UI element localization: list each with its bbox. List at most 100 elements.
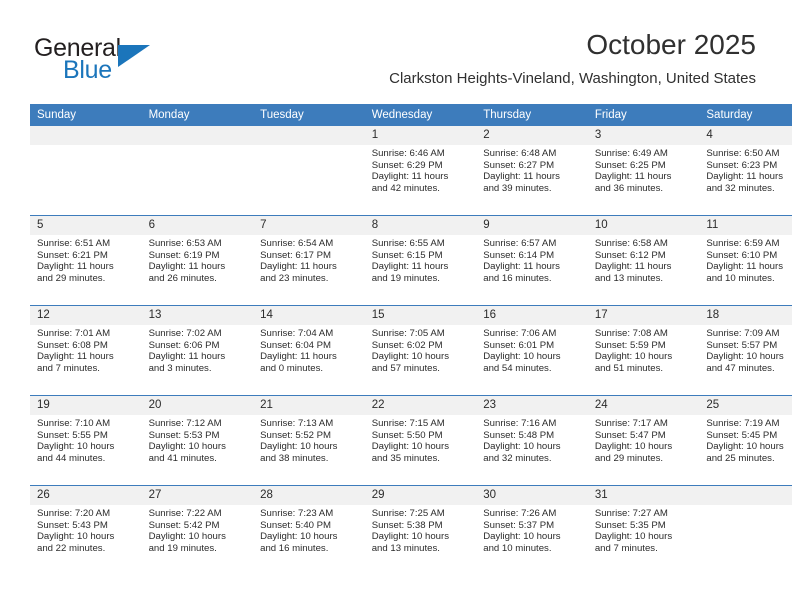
day-details: Sunrise: 7:20 AM Sunset: 5:43 PM Daylight:… (30, 505, 142, 554)
daylight-text-line1: Daylight: 11 hours (483, 171, 560, 183)
day-number: 15 (364, 306, 477, 325)
sunset-text: Sunset: 5:38 PM (371, 519, 443, 531)
calendar-day-cell[interactable]: 22 Sunrise: 7:15 AM Sunset: 5:50 PM Dayligh… (364, 395, 477, 486)
daylight-text-line1: Daylight: 11 hours (37, 261, 114, 273)
daylight-text-line2: and 41 minutes. (148, 452, 217, 464)
calendar-day-cell-empty (699, 485, 792, 575)
day-details: Sunrise: 6:49 AM Sunset: 6:25 PM Daylight:… (588, 145, 700, 194)
calendar-day-cell[interactable]: 23 Sunrise: 7:16 AM Sunset: 5:48 PM Dayligh… (476, 395, 588, 486)
calendar-day-cell[interactable]: 18 Sunrise: 7:09 AM Sunset: 5:57 PM Dayligh… (699, 305, 792, 396)
day-number: 11 (699, 216, 792, 235)
sunrise-text: Sunrise: 7:15 AM (371, 418, 445, 429)
daylight-text-line1: Daylight: 11 hours (594, 171, 672, 183)
calendar-day-cell[interactable]: 29 Sunrise: 7:25 AM Sunset: 5:38 PM Dayligh… (364, 485, 477, 575)
daylight-text-line1: Daylight: 11 hours (706, 261, 783, 273)
day-details: Sunrise: 7:26 AM Sunset: 5:37 PM Daylight:… (476, 505, 588, 554)
daylight-text-line2: and 39 minutes. (483, 182, 552, 194)
calendar-day-cell[interactable]: 28 Sunrise: 7:23 AM Sunset: 5:40 PM Dayligh… (253, 485, 365, 575)
sunset-text: Sunset: 6:23 PM (706, 159, 778, 171)
day-number: 16 (476, 306, 588, 325)
calendar-day-cell[interactable]: 12 Sunrise: 7:01 AM Sunset: 6:08 PM Dayligh… (30, 305, 142, 396)
calendar-day-cell[interactable]: 17 Sunrise: 7:08 AM Sunset: 5:59 PM Dayligh… (587, 305, 700, 396)
daylight-text-line2: and 57 minutes. (371, 362, 440, 374)
day-details: Sunrise: 7:12 AM Sunset: 5:53 PM Daylight:… (142, 415, 254, 464)
day-details: Sunrise: 7:10 AM Sunset: 5:55 PM Daylight:… (30, 415, 142, 464)
sunrise-text: Sunrise: 7:05 AM (371, 328, 445, 339)
sunrise-text: Sunrise: 6:53 AM (148, 238, 222, 249)
sunrise-text: Sunrise: 6:50 AM (706, 148, 780, 159)
day-details: Sunrise: 7:13 AM Sunset: 5:52 PM Daylight:… (253, 415, 365, 464)
sunrise-text: Sunrise: 7:02 AM (148, 328, 222, 339)
daylight-text-line1: Daylight: 10 hours (148, 531, 226, 543)
daylight-text-line2: and 29 minutes. (594, 452, 664, 464)
day-details: Sunrise: 7:17 AM Sunset: 5:47 PM Daylight:… (588, 415, 700, 464)
page-title: October 2025 (586, 29, 756, 60)
sunset-text: Sunset: 5:59 PM (594, 339, 666, 351)
calendar-day-cell[interactable]: 27 Sunrise: 7:22 AM Sunset: 5:42 PM Dayligh… (141, 485, 254, 575)
calendar-day-cell[interactable]: 26 Sunrise: 7:20 AM Sunset: 5:43 PM Dayligh… (30, 485, 142, 575)
daylight-text-line2: and 16 minutes. (483, 272, 552, 284)
calendar-day-cell[interactable]: 8 Sunrise: 6:55 AM Sunset: 6:15 PM Daylight… (364, 215, 477, 306)
daylight-text-line1: Daylight: 10 hours (483, 351, 561, 363)
calendar-day-cell[interactable]: 2 Sunrise: 6:48 AM Sunset: 6:27 PM Daylight… (476, 126, 588, 216)
sunrise-text: Sunrise: 7:25 AM (371, 508, 445, 519)
calendar-week-row: 1 Sunrise: 6:46 AM Sunset: 6:29 PM Daylight… (30, 126, 792, 216)
daylight-text-line1: Daylight: 11 hours (706, 171, 783, 183)
calendar-day-cell[interactable]: 4 Sunrise: 6:50 AM Sunset: 6:23 PM Daylight… (699, 126, 792, 216)
calendar-day-cell[interactable]: 15 Sunrise: 7:05 AM Sunset: 6:02 PM Dayligh… (364, 305, 477, 396)
calendar-day-cell[interactable]: 14 Sunrise: 7:04 AM Sunset: 6:04 PM Dayligh… (253, 305, 365, 396)
sunrise-text: Sunrise: 7:17 AM (594, 418, 668, 429)
day-number: 20 (141, 396, 254, 415)
calendar-day-cell[interactable]: 30 Sunrise: 7:26 AM Sunset: 5:37 PM Dayligh… (476, 485, 588, 575)
calendar-day-cell[interactable]: 3 Sunrise: 6:49 AM Sunset: 6:25 PM Daylight… (587, 126, 700, 216)
daylight-text-line1: Daylight: 11 hours (260, 351, 337, 363)
calendar-day-cell[interactable]: 19 Sunrise: 7:10 AM Sunset: 5:55 PM Dayligh… (30, 395, 142, 486)
calendar-day-cell[interactable]: 24 Sunrise: 7:17 AM Sunset: 5:47 PM Dayligh… (587, 395, 700, 486)
day-number: 30 (476, 486, 588, 505)
day-number: 24 (587, 396, 700, 415)
day-details: Sunrise: 7:27 AM Sunset: 5:35 PM Daylight:… (588, 505, 700, 554)
calendar-day-cell[interactable]: 11 Sunrise: 6:59 AM Sunset: 6:10 PM Dayligh… (699, 215, 792, 306)
daylight-text-line2: and 51 minutes. (594, 362, 664, 374)
daylight-text-line1: Daylight: 10 hours (371, 351, 450, 363)
calendar-day-cell[interactable]: 1 Sunrise: 6:46 AM Sunset: 6:29 PM Daylight… (364, 126, 477, 216)
calendar-week-row: 19 Sunrise: 7:10 AM Sunset: 5:55 PM Dayligh… (30, 395, 792, 486)
sunrise-text: Sunrise: 7:09 AM (706, 328, 780, 339)
calendar-day-cell[interactable]: 9 Sunrise: 6:57 AM Sunset: 6:14 PM Daylight… (476, 215, 588, 306)
calendar-day-cell[interactable]: 13 Sunrise: 7:02 AM Sunset: 6:06 PM Dayligh… (141, 305, 254, 396)
calendar-day-cell[interactable]: 16 Sunrise: 7:06 AM Sunset: 6:01 PM Dayligh… (476, 305, 588, 396)
sunset-text: Sunset: 6:04 PM (260, 339, 332, 351)
calendar-day-cell[interactable]: 21 Sunrise: 7:13 AM Sunset: 5:52 PM Dayligh… (253, 395, 365, 486)
day-number: 7 (253, 216, 365, 235)
day-details: Sunrise: 6:48 AM Sunset: 6:27 PM Daylight:… (476, 145, 588, 194)
day-details: Sunrise: 7:22 AM Sunset: 5:42 PM Daylight:… (142, 505, 254, 554)
calendar-day-cell[interactable]: 31 Sunrise: 7:27 AM Sunset: 5:35 PM Dayligh… (587, 485, 700, 575)
daylight-text-line2: and 19 minutes. (148, 542, 217, 554)
day-details: Sunrise: 7:08 AM Sunset: 5:59 PM Daylight:… (588, 325, 700, 374)
sunset-text: Sunset: 5:50 PM (371, 429, 443, 441)
day-details: Sunrise: 6:59 AM Sunset: 6:10 PM Daylight:… (699, 235, 792, 284)
sunset-text: Sunset: 5:57 PM (706, 339, 778, 351)
day-number: 27 (141, 486, 254, 505)
calendar-day-cell[interactable]: 25 Sunrise: 7:19 AM Sunset: 5:45 PM Dayligh… (699, 395, 792, 486)
day-number: 25 (699, 396, 792, 415)
calendar-day-cell[interactable]: 20 Sunrise: 7:12 AM Sunset: 5:53 PM Dayligh… (141, 395, 254, 486)
sunset-text: Sunset: 5:55 PM (37, 429, 108, 441)
day-details: Sunrise: 6:58 AM Sunset: 6:12 PM Daylight:… (588, 235, 700, 284)
sunset-text: Sunset: 5:42 PM (148, 519, 220, 531)
weekday-header-sunday: Sunday (30, 104, 142, 126)
daylight-text-line2: and 47 minutes. (706, 362, 775, 374)
title-block: October 2025 Clarkston Heights-Vineland,… (389, 28, 756, 88)
calendar-day-cell[interactable]: 6 Sunrise: 6:53 AM Sunset: 6:19 PM Daylight… (141, 215, 254, 306)
sunset-text: Sunset: 6:29 PM (371, 159, 443, 171)
sunset-text: Sunset: 6:14 PM (483, 249, 555, 261)
calendar-day-cell[interactable]: 7 Sunrise: 6:54 AM Sunset: 6:17 PM Daylight… (253, 215, 365, 306)
daylight-text-line1: Daylight: 10 hours (37, 531, 115, 543)
daylight-text-line1: Daylight: 11 hours (148, 351, 226, 363)
general-blue-logo: General Blue (34, 34, 234, 86)
sunset-text: Sunset: 6:17 PM (260, 249, 332, 261)
calendar-day-cell[interactable]: 5 Sunrise: 6:51 AM Sunset: 6:21 PM Daylight… (30, 215, 142, 306)
sunrise-text: Sunrise: 7:06 AM (483, 328, 557, 339)
calendar-day-cell-empty (253, 126, 365, 216)
calendar-day-cell[interactable]: 10 Sunrise: 6:58 AM Sunset: 6:12 PM Dayligh… (587, 215, 700, 306)
